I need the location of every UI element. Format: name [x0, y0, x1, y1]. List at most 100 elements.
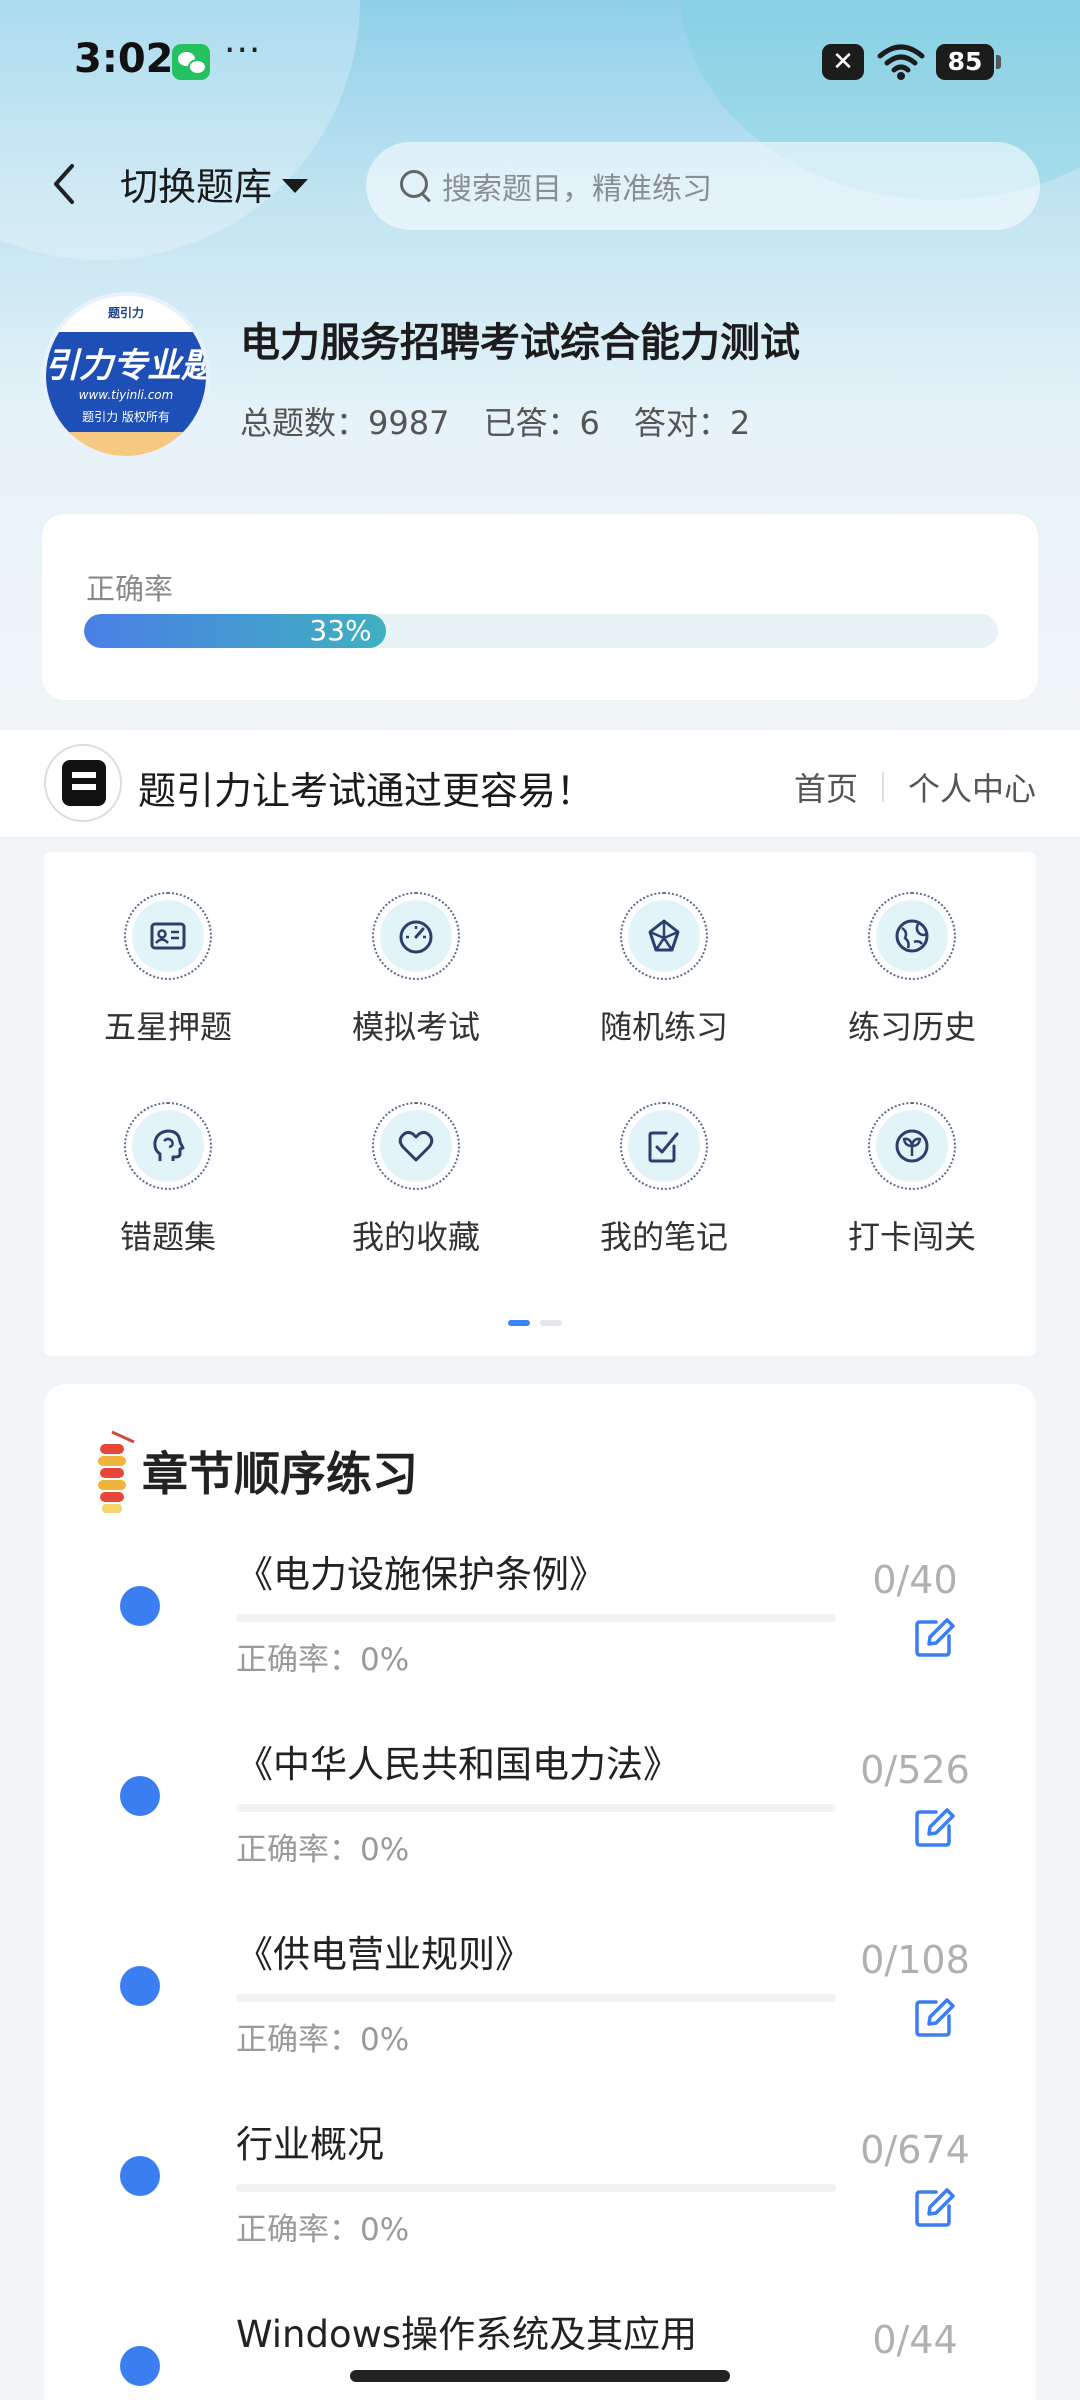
search-input[interactable]: 搜索题目，精准练习: [366, 142, 1040, 230]
chapter-accuracy: 正确率：0%: [236, 2022, 410, 2058]
firecracker-icon: [90, 1426, 138, 1516]
feature-random-practice[interactable]: 随机练习: [540, 892, 788, 1048]
page-dot-active: [508, 1320, 530, 1326]
logo-footer: 题引力 版权所有: [82, 410, 170, 424]
chapter-accuracy: 正确率：0%: [236, 1642, 410, 1678]
home-indicator[interactable]: [350, 2370, 730, 2382]
feature-label: 错题集: [119, 1218, 216, 1256]
accuracy-label: 正确率: [86, 572, 174, 606]
feature-label: 随机练习: [599, 1008, 728, 1046]
chapter-count: 0/108: [860, 1938, 970, 1982]
chapter-item[interactable]: 《供电营业规则》 正确率：0% 0/108: [44, 1924, 1036, 2114]
chapter-accuracy: 正确率：0%: [236, 1832, 410, 1868]
home-link[interactable]: 首页: [794, 764, 858, 810]
feature-label: 五星押题: [103, 1008, 232, 1046]
switch-bank-button[interactable]: 切换题库: [120, 156, 309, 211]
feature-five-star[interactable]: 五星押题: [44, 892, 292, 1048]
chapter-count: 0/40: [872, 1558, 958, 1602]
feature-grid: 五星押题 模拟考试 随机练习 练习历史 错题集 我的收藏 我的笔记 打卡闯关: [44, 892, 1036, 1258]
chapter-progress-bar: [236, 1994, 836, 2002]
note-check-icon: [648, 1131, 679, 1163]
feature-label: 打卡闯关: [847, 1218, 976, 1256]
profile-link[interactable]: 个人中心: [908, 764, 1036, 810]
chapter-dot: [120, 1966, 160, 2006]
logo-url: www.tiyinli.com: [78, 388, 174, 402]
chapter-practice-card: 章节顺序练习 《电力设施保护条例》 正确率：0% 0/40 《中华人民共和国电力…: [44, 1384, 1036, 2400]
accuracy-card: 正确率 33%: [42, 514, 1038, 700]
chapter-accuracy: 正确率：0%: [236, 2212, 410, 2248]
back-icon[interactable]: [44, 158, 84, 210]
feature-grid-card: 五星押题 模拟考试 随机练习 练习历史 错题集 我的收藏 我的笔记 打卡闯关: [44, 852, 1036, 1356]
edit-icon[interactable]: [912, 1806, 956, 1850]
chapter-progress-bar: [236, 1614, 836, 1622]
globe-icon: [895, 919, 929, 953]
page-indicator: [508, 1320, 562, 1326]
chapter-header: 章节顺序练习: [90, 1426, 418, 1516]
chapter-dot: [120, 1776, 160, 1816]
chapter-name: 行业概况: [236, 2123, 384, 2166]
logo-small-text: 题引力: [107, 306, 144, 320]
head-icon: [153, 1129, 185, 1161]
chapter-name: Windows操作系统及其应用: [236, 2313, 698, 2356]
status-time: 3:02: [74, 36, 174, 82]
feature-label: 我的笔记: [599, 1218, 728, 1256]
battery-indicator: 85: [936, 44, 1001, 80]
feature-mock-exam[interactable]: 模拟考试: [292, 892, 540, 1048]
speedometer-icon: [399, 920, 433, 954]
chapter-dot: [120, 2346, 160, 2386]
accuracy-progress-bar: 33%: [84, 614, 998, 648]
id-card-icon: [150, 922, 186, 950]
feature-label: 我的收藏: [351, 1218, 480, 1256]
chapter-count: 0/44: [872, 2318, 958, 2362]
network-icon: [648, 919, 680, 952]
chapter-dot: [120, 1586, 160, 1626]
promo-text: 题引力让考试通过更容易！: [138, 769, 595, 813]
link-divider: [881, 772, 884, 802]
bank-logo: 题引力 引力专业题 www.tiyinli.com 题引力 版权所有: [42, 292, 210, 460]
chapter-list: 《电力设施保护条例》 正确率：0% 0/40 《中华人民共和国电力法》 正确率：…: [44, 1544, 1036, 2400]
feature-notes[interactable]: 我的笔记: [540, 1102, 788, 1258]
caret-down-icon: [282, 178, 309, 193]
chapter-item[interactable]: 《电力设施保护条例》 正确率：0% 0/40: [44, 1544, 1036, 1734]
search-icon: [398, 168, 434, 204]
switch-bank-label: 切换题库: [120, 165, 273, 209]
wifi-icon: [877, 44, 925, 80]
accuracy-value: 33%: [309, 614, 372, 647]
feature-wrong-questions[interactable]: 错题集: [44, 1102, 292, 1258]
edit-icon[interactable]: [912, 2186, 956, 2230]
chapter-progress-bar: [236, 1804, 836, 1812]
chapter-count: 0/674: [860, 2128, 970, 2172]
page-dot[interactable]: [540, 1320, 562, 1326]
search-placeholder: 搜索题目，精准练习: [442, 172, 712, 207]
chapter-section-title: 章节顺序练习: [142, 1447, 418, 1501]
logo-main-text: 引力专业题: [45, 346, 210, 386]
chapter-name: 《供电营业规则》: [236, 1933, 532, 1976]
feature-check-in[interactable]: 打卡闯关: [788, 1102, 1036, 1258]
chapter-name: 《中华人民共和国电力法》: [236, 1743, 680, 1786]
chapter-name: 《电力设施保护条例》: [236, 1553, 606, 1596]
total-count: 总题数：9987: [240, 404, 450, 442]
edit-icon[interactable]: [912, 1616, 956, 1660]
chapter-progress-bar: [236, 2184, 836, 2192]
feature-label: 练习历史: [847, 1008, 976, 1046]
accuracy-progress-fill: 33%: [84, 614, 386, 648]
heart-icon: [398, 1130, 434, 1162]
wechat-icon: [172, 44, 210, 80]
chapter-count: 0/526: [860, 1748, 970, 1792]
promo-banner[interactable]: 题引力让考试通过更容易！ 首页 个人中心: [0, 730, 1080, 838]
tiyinli-logo-icon: [44, 744, 122, 822]
chapter-item[interactable]: Windows操作系统及其应用 0/44: [44, 2304, 1036, 2400]
chapter-dot: [120, 2156, 160, 2196]
feature-practice-history[interactable]: 练习历史: [788, 892, 1036, 1048]
feature-label: 模拟考试: [351, 1008, 480, 1046]
edit-icon[interactable]: [912, 1996, 956, 2040]
bank-title: 电力服务招聘考试综合能力测试: [240, 320, 800, 366]
chapter-item[interactable]: 行业概况 正确率：0% 0/674: [44, 2114, 1036, 2304]
bank-stats: 总题数：9987 已答：6 答对：2: [240, 398, 750, 444]
leaf-icon: [895, 1129, 929, 1163]
feature-favorites[interactable]: 我的收藏: [292, 1102, 540, 1258]
status-bar: 3:02 ··· ✕ 85: [0, 0, 1080, 126]
correct-count: 答对：2: [633, 404, 751, 442]
chapter-item[interactable]: 《中华人民共和国电力法》 正确率：0% 0/526: [44, 1734, 1036, 1924]
answered-count: 已答：6: [483, 404, 600, 442]
